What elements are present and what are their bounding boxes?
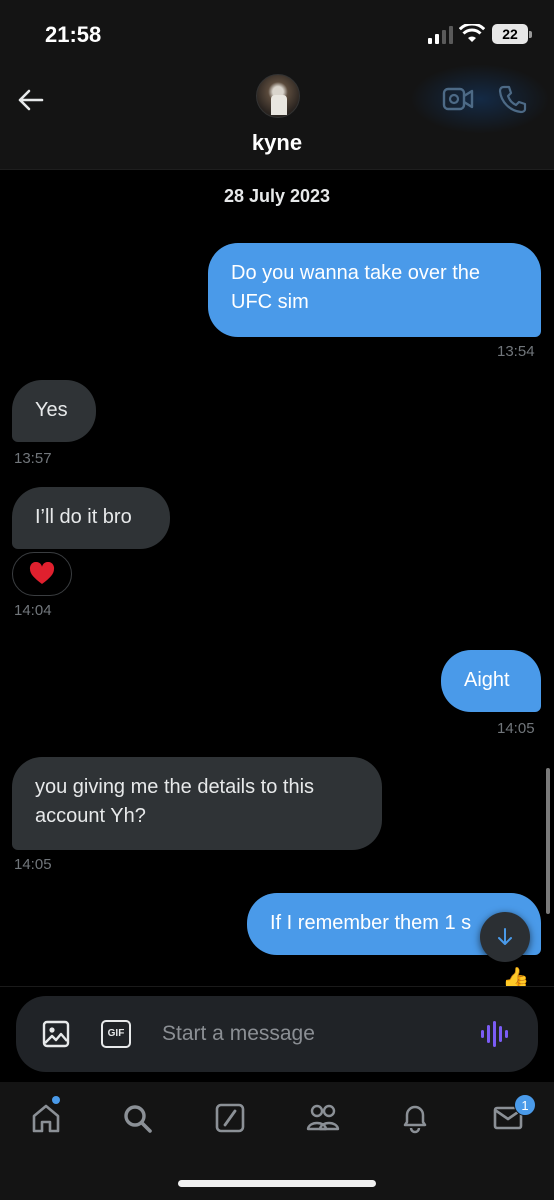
cellular-signal-icon: [428, 26, 453, 44]
back-button[interactable]: [14, 84, 46, 116]
search-icon: [124, 1105, 152, 1133]
message-timestamp: 13:57: [14, 450, 52, 467]
conversation-header: kyne: [0, 64, 554, 170]
message-timestamp: 14:05: [14, 856, 52, 873]
avatar[interactable]: [256, 74, 300, 118]
tab-grok[interactable]: [212, 1100, 248, 1136]
home-indicator[interactable]: [178, 1180, 376, 1187]
video-camera-icon[interactable]: [442, 86, 474, 112]
message-composer: GIF: [16, 996, 538, 1072]
battery-level: 22: [502, 26, 518, 42]
battery-icon: 22: [492, 24, 532, 44]
message-bubble-sent[interactable]: Do you wanna take over the UFC sim: [208, 243, 541, 337]
tab-notifications[interactable]: [397, 1100, 433, 1136]
status-bar: 21:58 22: [0, 0, 554, 68]
gif-button[interactable]: GIF: [101, 1020, 131, 1048]
image-icon[interactable]: [42, 1020, 70, 1048]
message-bubble-sent[interactable]: Aight: [441, 650, 541, 712]
tab-search[interactable]: [119, 1100, 155, 1136]
message-bubble-received[interactable]: Yes: [12, 380, 96, 442]
message-timestamp: 13:54: [497, 343, 535, 360]
tab-home[interactable]: [28, 1100, 64, 1136]
home-notification-dot: [52, 1096, 60, 1104]
grok-icon: [215, 1103, 245, 1133]
arrow-left-icon: [18, 89, 44, 111]
status-time: 21:58: [45, 22, 102, 47]
voice-message-icon[interactable]: [480, 1020, 512, 1048]
bell-icon: [403, 1105, 427, 1134]
date-separator: 28 July 2023: [223, 186, 331, 206]
message-bubble-received[interactable]: you giving me the details to this accoun…: [12, 757, 382, 850]
scroll-to-bottom-button[interactable]: [480, 912, 530, 962]
heart-reaction[interactable]: ❤️: [12, 552, 72, 596]
arrow-down-icon: [498, 928, 512, 945]
communities-icon: [306, 1104, 340, 1131]
wifi-icon: [459, 24, 485, 42]
tab-communities[interactable]: [305, 1100, 341, 1136]
message-timestamp: 14:05: [497, 720, 535, 737]
message-bubble-received[interactable]: I’ll do it bro: [12, 487, 170, 549]
thumbs-up-reaction: 👍: [502, 966, 530, 988]
message-timestamp: 14:04: [14, 602, 52, 619]
messages-badge: 1: [514, 1094, 536, 1116]
header-glow: [410, 64, 550, 134]
scroll-indicator[interactable]: [546, 768, 550, 914]
message-input[interactable]: [162, 1014, 462, 1054]
phone-icon[interactable]: [498, 84, 528, 114]
home-icon: [32, 1104, 60, 1133]
